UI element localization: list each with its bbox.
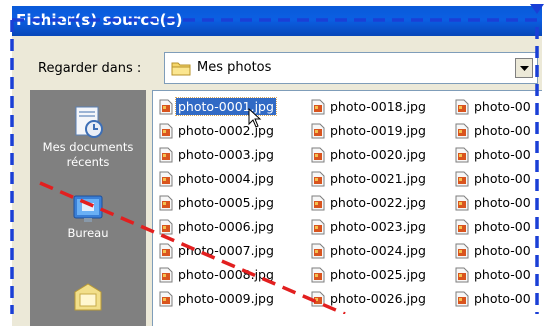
file-name: photo-0004.jpg — [178, 171, 274, 186]
jpg-file-icon — [311, 267, 325, 283]
jpg-file-icon — [455, 123, 469, 139]
file-name: photo-0019.jpg — [330, 123, 426, 138]
file-name: photo-0020.jpg — [330, 147, 426, 162]
jpg-file-icon — [455, 243, 469, 259]
file-name: photo-00 — [474, 291, 531, 306]
place-recent-documents[interactable]: Mes documents récents — [30, 104, 146, 170]
file-name: photo-00 — [474, 99, 531, 114]
file-name: photo-0024.jpg — [330, 243, 426, 258]
file-name: photo-0021.jpg — [330, 171, 426, 186]
look-in-combobox[interactable]: Mes photos — [164, 52, 538, 84]
jpg-file-icon — [311, 99, 325, 115]
file-name: photo-00 — [474, 147, 531, 162]
my-documents-icon — [74, 283, 102, 311]
file-open-dialog: Fichier(s) source(s) Regarder dans : Mes… — [12, 6, 542, 326]
file-name: photo-00 — [474, 267, 531, 282]
jpg-file-icon — [159, 171, 173, 187]
mouse-cursor-icon — [248, 108, 262, 128]
jpg-file-icon — [455, 171, 469, 187]
file-name: photo-00 — [474, 243, 531, 258]
jpg-file-icon — [455, 99, 469, 115]
jpg-file-icon — [159, 123, 173, 139]
jpg-file-icon — [455, 195, 469, 211]
file-name: photo-0018.jpg — [330, 99, 426, 114]
chevron-down-icon — [520, 66, 529, 71]
place-my-documents[interactable] — [30, 280, 146, 314]
jpg-file-icon — [455, 267, 469, 283]
jpg-file-icon — [159, 99, 173, 115]
file-name: photo-0023.jpg — [330, 219, 426, 234]
jpg-file-icon — [455, 147, 469, 163]
folder-icon — [171, 62, 191, 76]
look-in-value: Mes photos — [197, 60, 272, 75]
jpg-file-icon — [311, 243, 325, 259]
jpg-file-icon — [159, 267, 173, 283]
jpg-file-icon — [159, 219, 173, 235]
file-name: photo-0026.jpg — [330, 291, 426, 306]
jpg-file-icon — [311, 123, 325, 139]
jpg-file-icon — [159, 147, 173, 163]
jpg-file-icon — [159, 291, 173, 307]
places-bar: Mes documents récents Bureau — [30, 90, 146, 326]
place-recent-documents-label: Mes documents récents — [42, 140, 134, 169]
jpg-file-icon — [311, 291, 325, 307]
jpg-file-icon — [311, 195, 325, 211]
file-name: photo-00 — [474, 195, 531, 210]
dialog-title: Fichier(s) source(s) — [16, 11, 183, 29]
jpg-file-icon — [455, 219, 469, 235]
file-name: photo-0022.jpg — [330, 195, 426, 210]
jpg-file-icon — [159, 195, 173, 211]
jpg-file-icon — [311, 147, 325, 163]
recent-documents-icon — [75, 106, 103, 138]
file-name: photo-0007.jpg — [178, 243, 274, 258]
jpg-file-icon — [159, 243, 173, 259]
jpg-file-icon — [311, 171, 325, 187]
file-name: photo-00 — [474, 171, 531, 186]
jpg-file-icon — [311, 219, 325, 235]
file-name: photo-0003.jpg — [178, 147, 274, 162]
jpg-file-icon — [455, 291, 469, 307]
desktop-icon — [73, 195, 103, 222]
file-name: photo-0005.jpg — [178, 195, 274, 210]
file-list[interactable]: photo-0001.jpg photo-0002.jpg photo-0003.j… — [152, 90, 542, 326]
file-name: photo-00 — [474, 219, 531, 234]
file-name: photo-0008.jpg — [178, 267, 274, 282]
place-desktop-label: Bureau — [67, 226, 109, 240]
place-desktop[interactable]: Bureau — [30, 194, 146, 241]
file-name: photo-0025.jpg — [330, 267, 426, 282]
file-name: photo-0006.jpg — [178, 219, 274, 234]
dialog-titlebar[interactable]: Fichier(s) source(s) — [12, 6, 542, 36]
look-in-label: Regarder dans : — [38, 61, 142, 76]
file-name: photo-00 — [474, 123, 531, 138]
file-name: photo-0009.jpg — [178, 291, 274, 306]
look-in-dropdown-button[interactable] — [515, 58, 533, 78]
